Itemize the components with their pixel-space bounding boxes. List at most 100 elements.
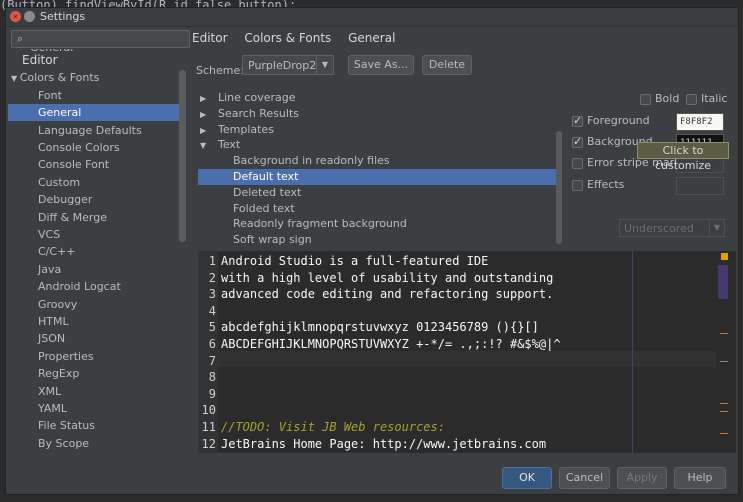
attribute-row[interactable]: ▼ Text xyxy=(198,137,556,153)
sidebar-item[interactable]: Editor xyxy=(8,52,184,69)
delete-button[interactable]: Delete xyxy=(422,55,472,75)
attribute-label: Soft wrap sign xyxy=(233,233,312,247)
sidebar-item[interactable]: Debugger xyxy=(8,191,184,208)
attribute-row[interactable]: Folded text xyxy=(198,201,556,217)
sidebar-item[interactable]: General xyxy=(8,104,184,122)
sidebar-item-label: Font xyxy=(38,88,62,102)
warning-icon xyxy=(721,253,728,260)
sidebar-item[interactable]: Console Colors xyxy=(8,139,184,156)
attribute-row[interactable]: ▶ Search Results xyxy=(198,106,556,122)
line-number: 11 xyxy=(201,420,216,434)
sidebar-item[interactable]: ▼ Colors & Fonts xyxy=(8,69,184,86)
cancel-button[interactable]: Cancel xyxy=(559,467,610,489)
attribute-row[interactable]: ▶ Line coverage xyxy=(198,90,556,106)
sidebar-item[interactable]: Java xyxy=(8,261,184,278)
attribute-row[interactable]: Readonly fragment background xyxy=(198,216,556,232)
error-stripe-bar xyxy=(718,251,736,453)
sidebar-item[interactable]: Custom xyxy=(8,174,184,191)
line-number: 10 xyxy=(201,403,216,418)
sidebar-item-label: XML xyxy=(38,384,62,398)
italic-checkbox[interactable] xyxy=(686,94,697,105)
scheme-select[interactable]: PurpleDrop2 ▼ xyxy=(242,55,334,75)
sidebar-item-label: File Status xyxy=(38,419,95,433)
right-margin-guide xyxy=(632,251,633,453)
attribute-label: Line coverage xyxy=(218,91,296,104)
sidebar-item[interactable]: Properties xyxy=(8,348,184,365)
ok-button[interactable]: OK xyxy=(502,467,552,489)
sidebar-item[interactable]: Language Defaults xyxy=(8,122,184,139)
window-title: Settings xyxy=(40,10,86,23)
sidebar-scrollbar[interactable] xyxy=(179,70,186,242)
search-input[interactable]: ⌕ xyxy=(11,30,190,48)
sidebar-item[interactable]: C/C++ xyxy=(8,243,184,260)
sidebar-item[interactable]: Diff & Merge xyxy=(8,209,184,226)
sidebar-item-label: Java xyxy=(38,262,62,276)
expand-arrow-icon[interactable]: ▶ xyxy=(198,107,218,123)
chevron-down-icon: ▼ xyxy=(709,220,724,236)
sidebar-item[interactable]: YAML xyxy=(8,400,184,417)
bold-checkbox[interactable] xyxy=(640,94,651,105)
scheme-value: PurpleDrop2 xyxy=(248,59,317,72)
attribute-label: Search Results xyxy=(218,106,300,120)
sidebar-item[interactable]: JSON xyxy=(8,330,184,347)
sidebar-item-label: RegExp xyxy=(38,367,80,381)
breadcrumb-editor: Editor xyxy=(192,31,228,45)
minimize-icon[interactable] xyxy=(24,11,35,22)
background-checkbox[interactable] xyxy=(572,135,583,148)
expand-arrow-icon[interactable]: ▼ xyxy=(11,74,20,83)
sidebar-item[interactable]: VCS xyxy=(8,226,184,243)
attribute-label: Background in readonly files xyxy=(233,154,390,168)
line-number: 7 xyxy=(208,353,216,368)
sidebar-item[interactable]: RegExp xyxy=(8,365,184,382)
sidebar-item-label: Language Defaults xyxy=(38,123,142,137)
sidebar-item-label: By Scope xyxy=(38,436,90,450)
expand-arrow-icon[interactable]: ▶ xyxy=(198,91,218,107)
sidebar-item-label: Editor xyxy=(22,53,58,67)
error-stripe-checkbox[interactable] xyxy=(572,158,583,169)
help-button[interactable]: Help xyxy=(674,467,726,489)
effects-checkbox[interactable] xyxy=(572,180,583,191)
effects-swatch[interactable] xyxy=(676,177,724,195)
stripe-mark xyxy=(720,403,728,404)
sidebar-item-label: Colors & Fonts xyxy=(19,71,100,85)
foreground-color-swatch[interactable]: F8F8F2 xyxy=(676,113,724,131)
attribute-list-scrollbar[interactable] xyxy=(556,131,562,244)
effect-type-select[interactable]: Underscored ▼ xyxy=(619,219,725,237)
breadcrumb-colors-fonts: Colors & Fonts xyxy=(244,31,332,45)
sidebar-item-label: Groovy xyxy=(38,297,78,311)
code-line: with a high level of usability and outst… xyxy=(221,270,554,285)
line-number: 12 xyxy=(201,436,216,451)
attribute-row[interactable]: ▶ Templates xyxy=(198,122,556,138)
sidebar-item[interactable]: File Status xyxy=(8,417,184,434)
close-icon[interactable]: × xyxy=(10,11,21,22)
line-number: 5 xyxy=(208,320,216,335)
sidebar-item[interactable]: HTML xyxy=(8,313,184,330)
attribute-row[interactable]: Default text xyxy=(198,169,556,185)
line-number: 3 xyxy=(208,287,216,302)
sidebar-item[interactable]: Console Font xyxy=(8,156,184,173)
attribute-row[interactable]: Background in readonly files xyxy=(198,153,556,169)
sidebar-item[interactable]: XML xyxy=(8,383,184,400)
foreground-checkbox[interactable] xyxy=(572,114,583,127)
sidebar-item-label: Custom xyxy=(38,175,81,189)
sidebar-item[interactable]: Groovy xyxy=(8,296,184,313)
dialog-buttons: OK Cancel Apply Help xyxy=(6,464,740,496)
effect-type-value: Underscored xyxy=(624,222,694,235)
preview-editor[interactable]: 1 Android Studio is a full-featured IDE 2 w… xyxy=(198,251,736,453)
collapse-arrow-icon[interactable]: ▼ xyxy=(198,138,218,154)
attribute-list: ▶ Line coverage ▶ Search Results ▶ Templates ▼… xyxy=(198,88,556,248)
save-as-button[interactable]: Save As... xyxy=(348,55,414,75)
sidebar-item[interactable]: By Scope xyxy=(8,435,184,452)
sidebar-item-label: General xyxy=(38,106,82,120)
expand-arrow-icon[interactable]: ▶ xyxy=(198,123,218,139)
sidebar-item[interactable]: Android Logcat xyxy=(8,278,184,295)
attribute-row[interactable]: Deleted text xyxy=(198,185,556,201)
line-number: 1 xyxy=(208,254,216,268)
sidebar-item-label: HTML xyxy=(38,315,69,328)
foreground-label: Foreground xyxy=(587,114,650,127)
chevron-down-icon: ▼ xyxy=(316,56,333,74)
sidebar-item[interactable]: Font xyxy=(8,87,184,104)
apply-button[interactable]: Apply xyxy=(617,467,667,489)
attribute-row[interactable]: Soft wrap sign xyxy=(198,232,556,248)
editor-scroll-thumb[interactable] xyxy=(718,265,728,299)
